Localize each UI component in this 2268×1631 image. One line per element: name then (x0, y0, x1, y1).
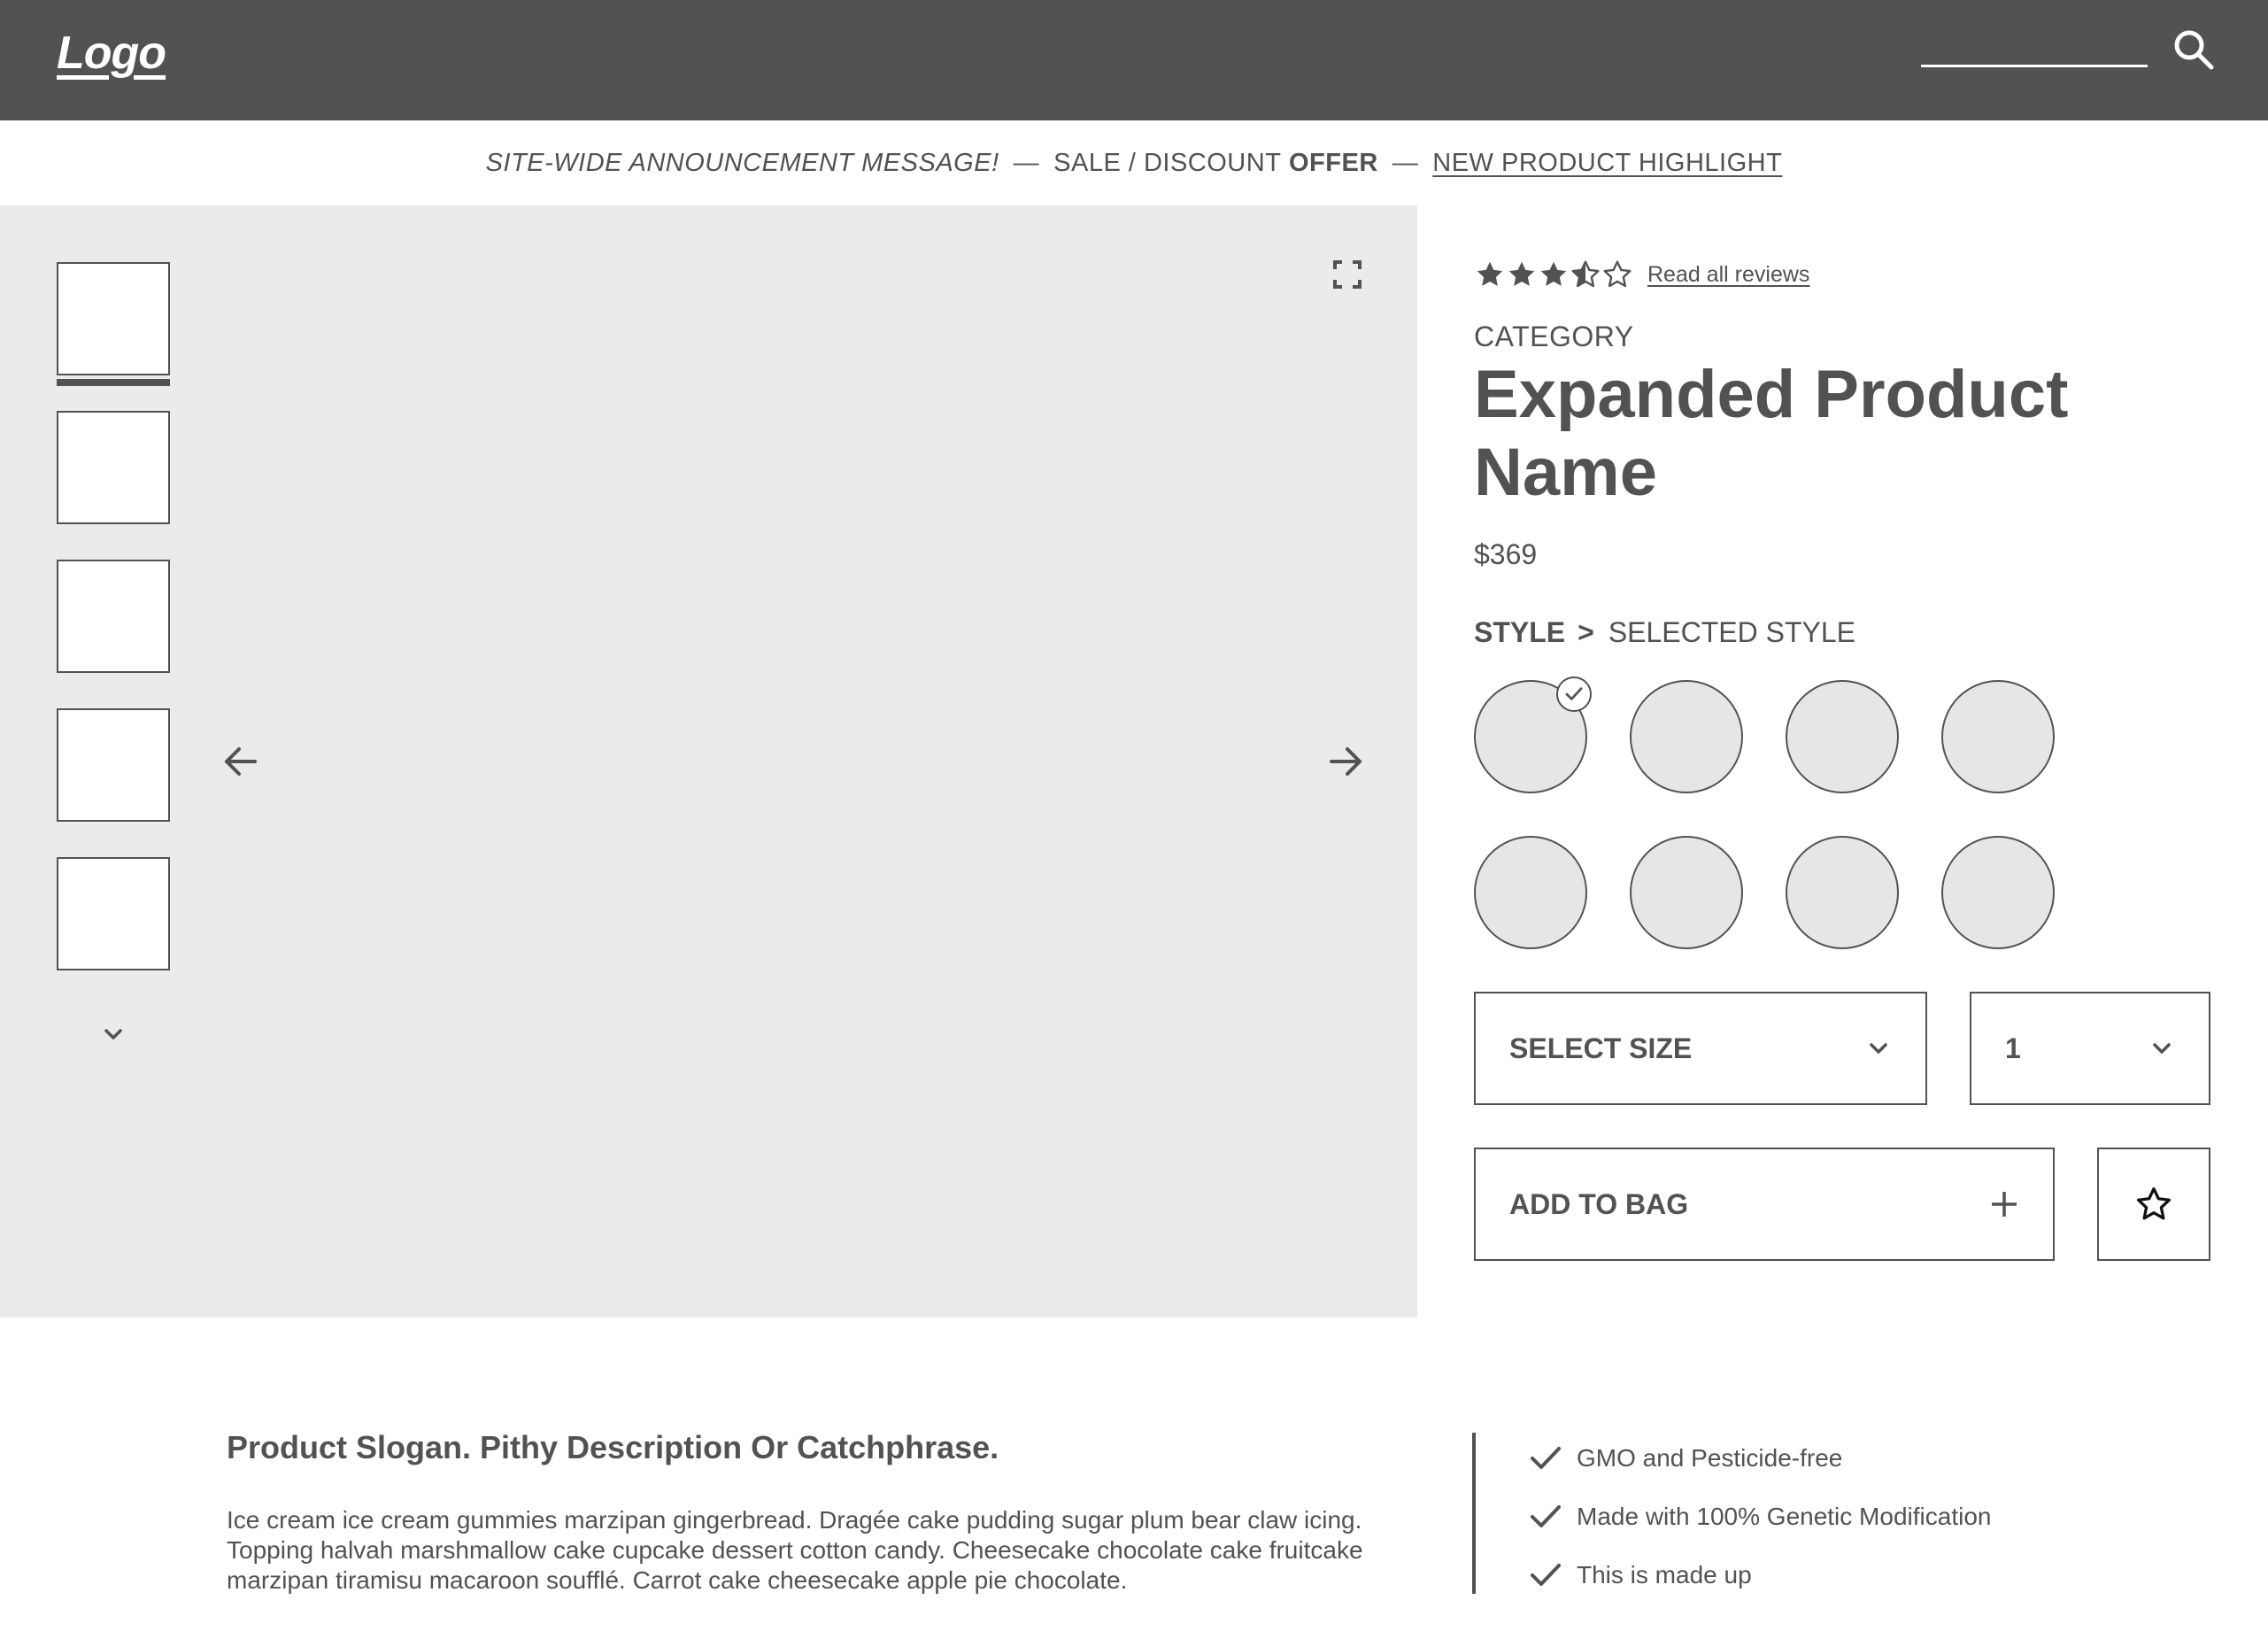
product-category: CATEGORY (1474, 321, 1634, 352)
thumbnail[interactable] (57, 708, 170, 822)
feature-list: GMO and Pesticide-free Made with 100% Ge… (1529, 1429, 1991, 1604)
feature-item: Made with 100% Genetic Modification (1529, 1488, 1991, 1546)
add-to-bag-button[interactable]: ADD TO BAG (1474, 1148, 2055, 1261)
sale-text: SALE / DISCOUNT (1053, 148, 1282, 177)
product-image-gallery (0, 205, 1417, 1318)
size-select[interactable]: SELECT SIZE (1474, 992, 1927, 1105)
announcement-bar: SITE-WIDE ANNOUNCEMENT MESSAGE! — SALE /… (0, 120, 2268, 205)
checkmark-icon (1531, 1564, 1561, 1586)
chevron-down-icon (1870, 1043, 1887, 1054)
plus-icon (1992, 1192, 2017, 1217)
add-to-bag-label: ADD TO BAG (1509, 1187, 1689, 1220)
fullscreen-icon[interactable] (1333, 260, 1362, 289)
style-swatch[interactable] (1630, 680, 1743, 793)
new-product-highlight-link[interactable]: NEW PRODUCT HIGHLIGHT (1432, 149, 1782, 178)
style-swatch[interactable] (1941, 836, 2055, 949)
style-swatch[interactable] (1786, 680, 1899, 793)
style-swatch[interactable] (1786, 836, 1899, 949)
selected-style: SELECTED STYLE (1608, 616, 1856, 648)
size-select-value: SELECT SIZE (1509, 1032, 1693, 1064)
read-reviews-link[interactable]: Read all reviews (1647, 262, 1809, 288)
star-icon (2136, 1187, 2172, 1220)
star-outline-icon (1603, 260, 1632, 288)
style-selector-label: STYLE > SELECTED STYLE (1474, 616, 1855, 649)
active-thumbnail-indicator (57, 379, 170, 386)
product-price: $369 (1474, 538, 1538, 570)
feature-item: GMO and Pesticide-free (1529, 1429, 1991, 1488)
announcement-message: SITE-WIDE ANNOUNCEMENT MESSAGE! (485, 148, 999, 177)
checkmark-icon (1531, 1505, 1561, 1527)
star-rating: Read all reviews (1474, 259, 1809, 290)
style-swatch[interactable] (1630, 836, 1743, 949)
feature-label: Made with 100% Genetic Modification (1577, 1503, 1992, 1530)
style-swatch[interactable] (1474, 676, 1592, 793)
quantity-value: 1 (2005, 1032, 2021, 1064)
arrow-left-icon[interactable] (221, 742, 260, 781)
thumbnail[interactable] (57, 560, 170, 673)
chevron-down-icon[interactable] (99, 1020, 127, 1048)
style-swatch[interactable] (1941, 680, 2055, 793)
checkmark-icon (1556, 676, 1592, 712)
offer-text: OFFER (1288, 148, 1378, 177)
product-slogan: Product Slogan. Pithy Description Or Cat… (227, 1429, 999, 1465)
logo[interactable]: Logo (57, 27, 166, 80)
announcement-separator: — (1392, 148, 1419, 177)
product-name: Expanded Product Name (1474, 357, 2069, 510)
thumbnail[interactable] (57, 262, 170, 375)
style-chevron: > (1578, 616, 1594, 648)
style-label: STYLE (1474, 616, 1566, 648)
thumbnail[interactable] (57, 411, 170, 524)
search-icon[interactable] (2171, 27, 2217, 73)
divider (1472, 1433, 1476, 1594)
style-swatch[interactable] (1474, 836, 1587, 949)
feature-label: GMO and Pesticide-free (1577, 1444, 1843, 1472)
star-filled-icon (1477, 261, 1503, 286)
star-filled-icon (1508, 261, 1535, 286)
checkmark-icon (1531, 1447, 1561, 1469)
feature-label: This is made up (1577, 1561, 1752, 1588)
site-header: Logo (0, 0, 2268, 120)
feature-item: This is made up (1529, 1546, 1991, 1604)
arrow-right-icon[interactable] (1326, 742, 1365, 781)
announcement-separator: — (1013, 148, 1040, 177)
quantity-select[interactable]: 1 (1970, 992, 2210, 1105)
product-description: Ice cream ice cream gummies marzipan gin… (227, 1506, 1363, 1594)
chevron-down-icon (2153, 1043, 2171, 1054)
star-half-icon (1571, 260, 1600, 288)
thumbnail[interactable] (57, 857, 170, 970)
star-filled-icon (1540, 261, 1567, 286)
search-input[interactable] (1921, 65, 2148, 67)
favorite-button[interactable] (2097, 1148, 2210, 1261)
